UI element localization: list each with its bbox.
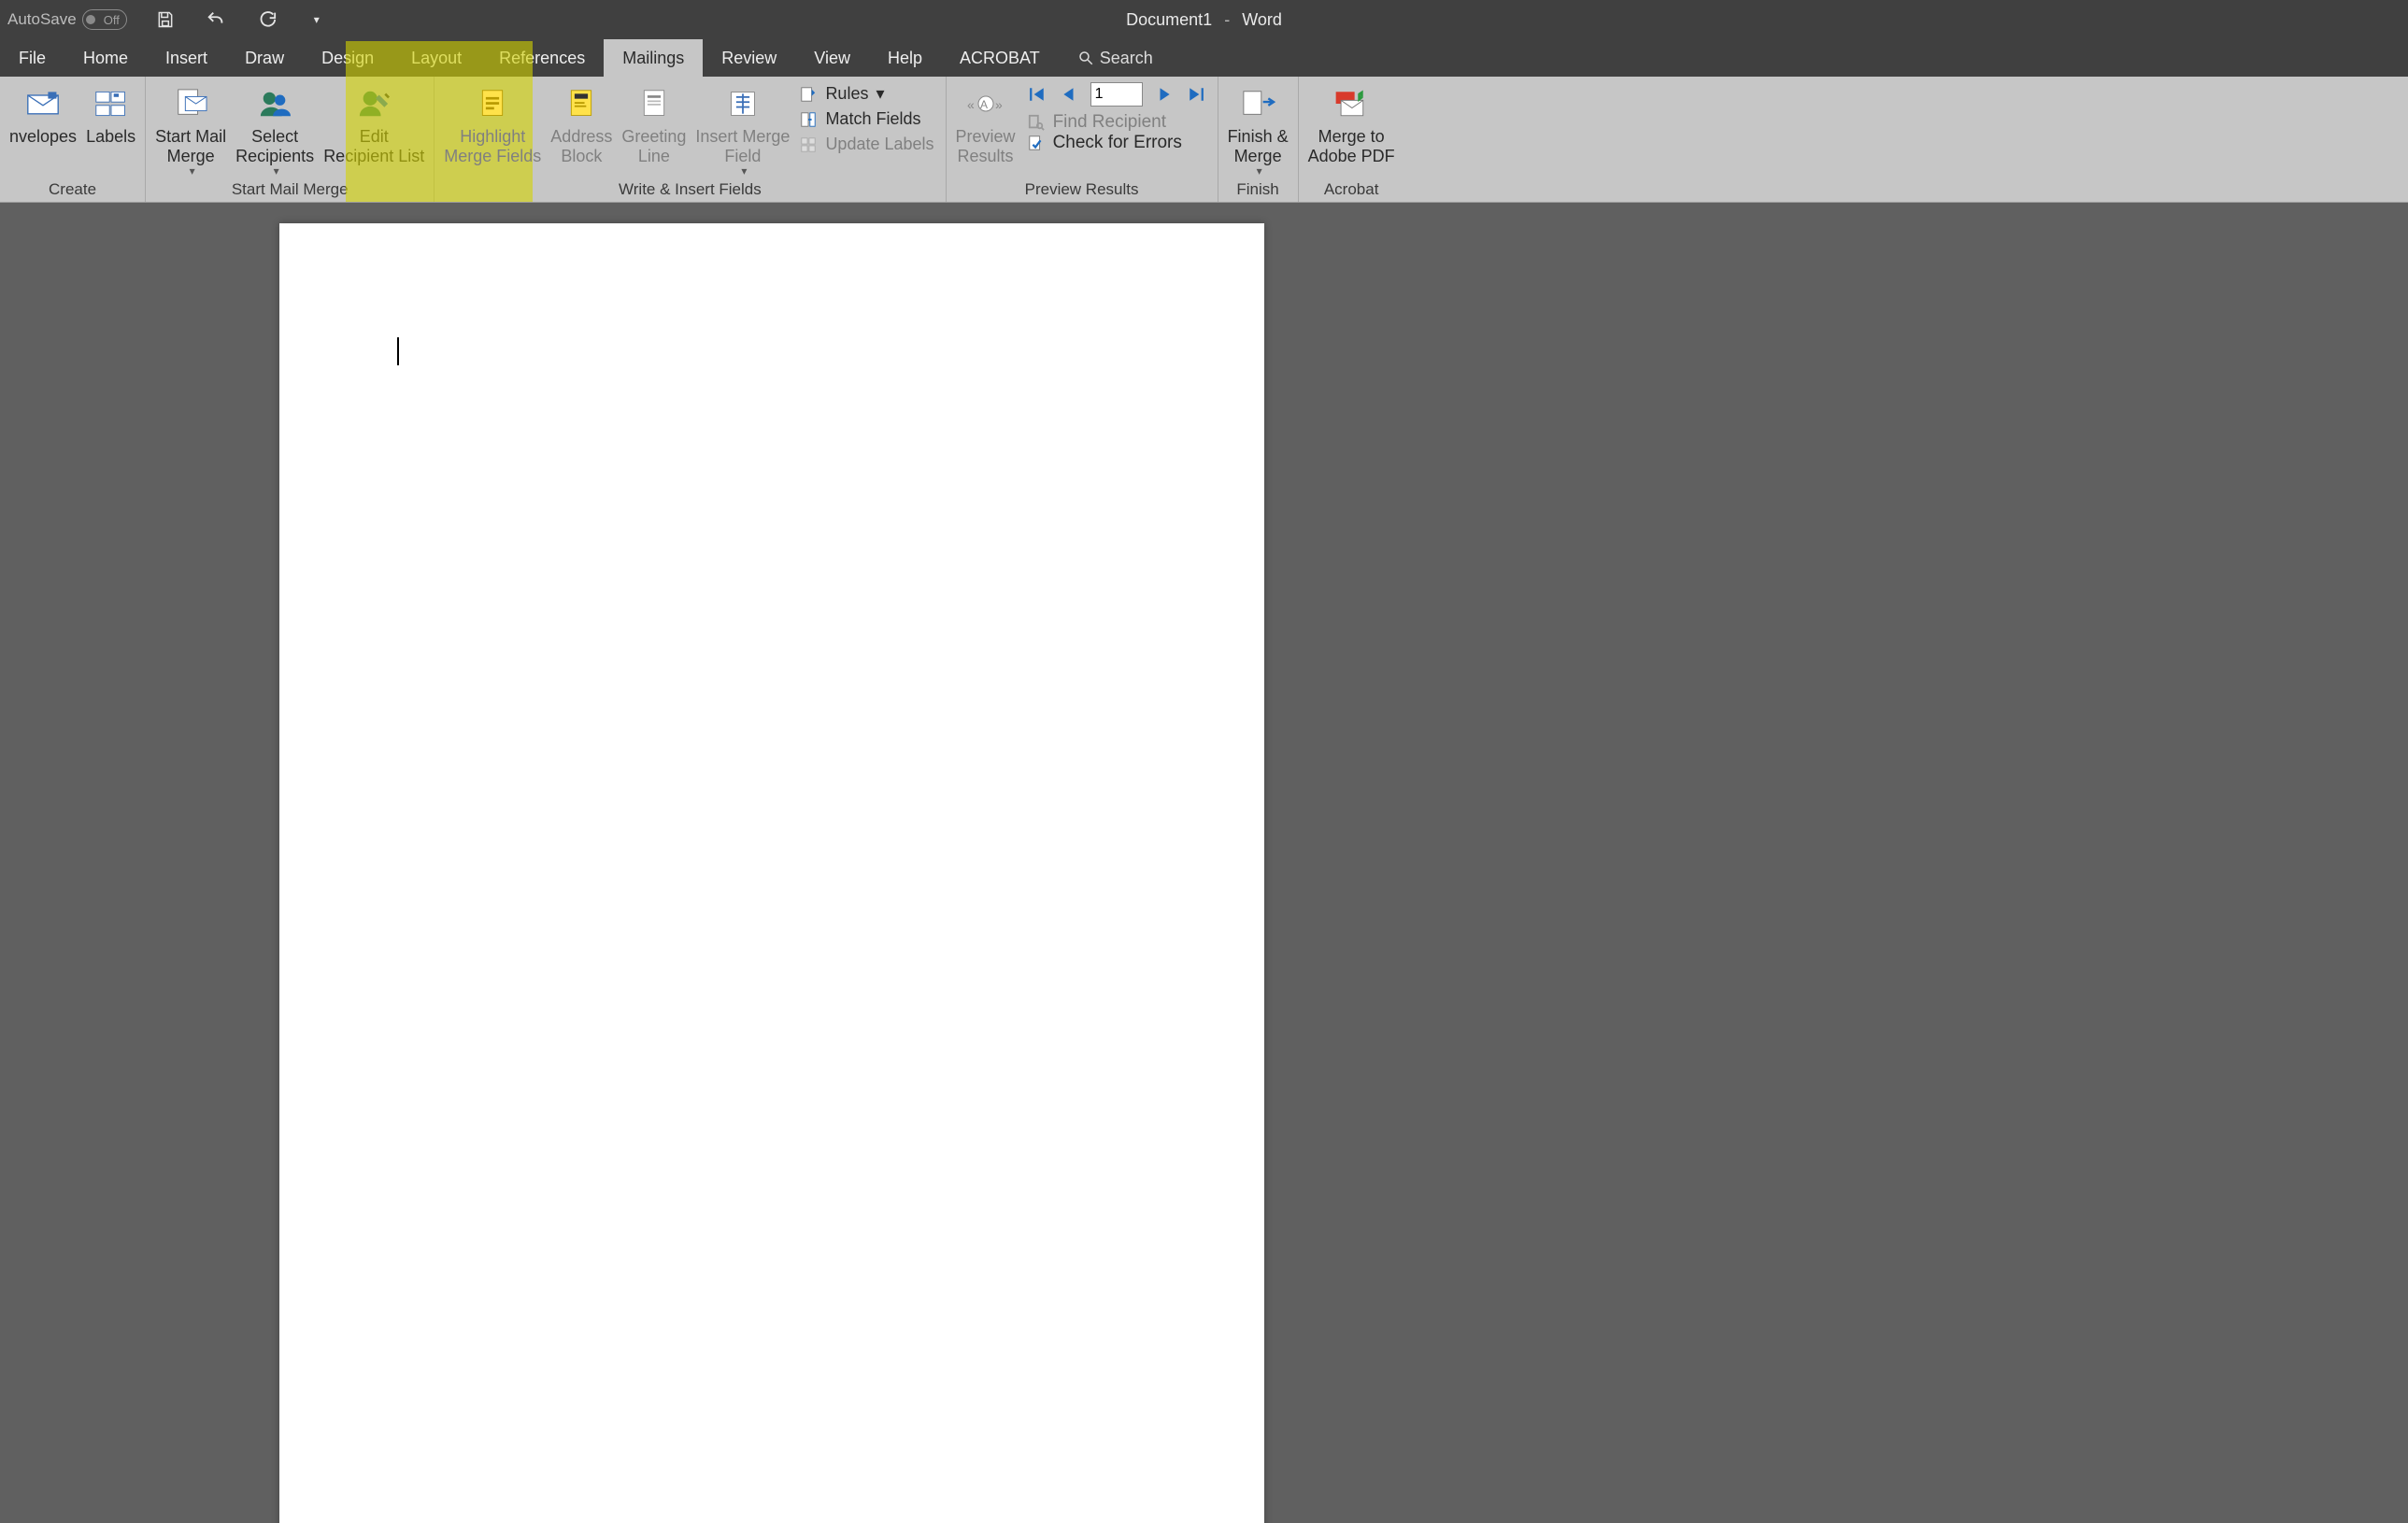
tab-acrobat[interactable]: ACROBAT bbox=[941, 39, 1059, 77]
finish-merge-icon bbox=[1239, 86, 1276, 121]
quick-access-toolbar: ▾ bbox=[153, 7, 329, 32]
find-recipient-icon bbox=[1027, 113, 1046, 132]
next-record-button[interactable] bbox=[1154, 84, 1175, 105]
title-bar: AutoSave Off ▾ Document1 - Word bbox=[0, 0, 2408, 39]
envelope-icon bbox=[24, 86, 62, 121]
prev-record-button[interactable] bbox=[1059, 84, 1079, 105]
window-title: Document1 - Word bbox=[1126, 10, 1282, 30]
group-label-preview: Preview Results bbox=[952, 179, 1212, 202]
address-block-icon bbox=[563, 86, 600, 121]
save-icon[interactable] bbox=[153, 7, 178, 32]
group-label-acrobat: Acrobat bbox=[1304, 179, 1399, 202]
chevron-down-icon: ▾ bbox=[741, 165, 747, 178]
autosave-switch[interactable]: Off bbox=[82, 9, 127, 30]
edit-recipient-list-button[interactable]: Edit Recipient List bbox=[320, 78, 428, 165]
match-fields-button[interactable]: Match Fields bbox=[799, 109, 933, 129]
tab-file[interactable]: File bbox=[0, 39, 64, 77]
preview-icon: « A » bbox=[967, 86, 1005, 121]
update-labels-icon bbox=[799, 135, 818, 154]
labels-icon bbox=[93, 86, 130, 121]
chevron-down-icon: ▾ bbox=[1257, 165, 1262, 178]
text-cursor bbox=[397, 337, 399, 365]
envelopes-button[interactable]: nvelopes bbox=[6, 78, 80, 147]
greeting-line-button[interactable]: Greeting Line bbox=[618, 78, 690, 165]
qat-customize-icon[interactable]: ▾ bbox=[305, 7, 329, 32]
record-number-input[interactable] bbox=[1090, 82, 1143, 107]
rules-icon bbox=[799, 85, 818, 104]
recipients-icon bbox=[256, 86, 293, 121]
insert-merge-field-icon bbox=[724, 86, 762, 121]
ribbon: nvelopes Labels Create Start Mail Merge▾ bbox=[0, 77, 2408, 203]
greeting-line-icon bbox=[635, 86, 673, 121]
autosave-label: AutoSave bbox=[7, 10, 77, 29]
check-errors-icon bbox=[1027, 134, 1046, 152]
labels-button[interactable]: Labels bbox=[82, 78, 139, 147]
mail-merge-icon bbox=[172, 86, 209, 121]
group-finish: Finish & Merge▾ Finish bbox=[1218, 77, 1299, 202]
search-placeholder: Search bbox=[1100, 49, 1153, 68]
tab-design[interactable]: Design bbox=[303, 39, 392, 77]
app-name: Word bbox=[1242, 10, 1282, 29]
ribbon-tabs: File Home Insert Draw Design Layout Refe… bbox=[0, 39, 2408, 77]
undo-icon[interactable] bbox=[204, 7, 228, 32]
document-area[interactable] bbox=[0, 203, 2408, 1523]
search-icon bbox=[1077, 50, 1094, 66]
select-recipients-button[interactable]: Select Recipients▾ bbox=[232, 78, 318, 178]
redo-icon[interactable] bbox=[254, 7, 278, 32]
tab-insert[interactable]: Insert bbox=[147, 39, 226, 77]
tab-draw[interactable]: Draw bbox=[226, 39, 303, 77]
preview-results-button[interactable]: «A» Preview Results bbox=[952, 78, 1019, 165]
group-create: nvelopes Labels Create bbox=[0, 77, 146, 202]
tab-home[interactable]: Home bbox=[64, 39, 147, 77]
svg-text:«: « bbox=[967, 97, 975, 112]
document-page[interactable] bbox=[279, 223, 1264, 1523]
rules-button[interactable]: Rules ▾ bbox=[799, 84, 933, 104]
find-recipient-button[interactable]: Find Recipient bbox=[1027, 112, 1206, 133]
group-start-mail-merge: Start Mail Merge▾ Select Recipients▾ Edi… bbox=[146, 77, 435, 202]
group-label-start: Start Mail Merge bbox=[151, 179, 428, 202]
edit-recipients-icon bbox=[355, 86, 392, 121]
tab-mailings[interactable]: Mailings bbox=[604, 39, 703, 77]
tab-references[interactable]: References bbox=[480, 39, 604, 77]
highlight-fields-icon bbox=[474, 86, 511, 121]
highlight-merge-fields-button[interactable]: Highlight Merge Fields bbox=[440, 78, 545, 165]
document-name: Document1 bbox=[1126, 10, 1212, 29]
chevron-down-icon: ▾ bbox=[190, 165, 195, 178]
group-write-insert-fields: Highlight Merge Fields Address Block Gre… bbox=[435, 77, 946, 202]
tab-review[interactable]: Review bbox=[703, 39, 795, 77]
merge-to-pdf-button[interactable]: Merge to Adobe PDF bbox=[1304, 78, 1399, 165]
insert-merge-field-button[interactable]: Insert Merge Field▾ bbox=[691, 78, 793, 178]
group-label-create: Create bbox=[6, 179, 139, 202]
start-mail-merge-button[interactable]: Start Mail Merge▾ bbox=[151, 78, 230, 178]
search-box[interactable]: Search bbox=[1077, 39, 1153, 77]
svg-text:A: A bbox=[980, 98, 988, 111]
autosave-toggle[interactable]: AutoSave Off bbox=[7, 9, 127, 30]
group-acrobat: Merge to Adobe PDF Acrobat bbox=[1299, 77, 1404, 202]
address-block-button[interactable]: Address Block bbox=[547, 78, 616, 165]
first-record-button[interactable] bbox=[1027, 84, 1047, 105]
merge-pdf-icon bbox=[1332, 86, 1370, 121]
tab-view[interactable]: View bbox=[795, 39, 869, 77]
tab-layout[interactable]: Layout bbox=[392, 39, 480, 77]
group-preview-results: « A » Preview Results Find Recipient bbox=[947, 77, 1218, 202]
tab-help[interactable]: Help bbox=[869, 39, 941, 77]
chevron-down-icon: ▾ bbox=[274, 165, 279, 178]
group-label-finish: Finish bbox=[1224, 179, 1292, 202]
last-record-button[interactable] bbox=[1186, 84, 1206, 105]
finish-merge-button[interactable]: Finish & Merge▾ bbox=[1224, 78, 1292, 178]
chevron-down-icon: ▾ bbox=[876, 84, 884, 104]
check-for-errors-button[interactable]: Check for Errors bbox=[1027, 133, 1206, 153]
match-fields-icon bbox=[799, 110, 818, 129]
update-labels-button[interactable]: Update Labels bbox=[799, 135, 933, 154]
group-label-write: Write & Insert Fields bbox=[440, 179, 939, 202]
svg-text:»: » bbox=[995, 97, 1003, 112]
